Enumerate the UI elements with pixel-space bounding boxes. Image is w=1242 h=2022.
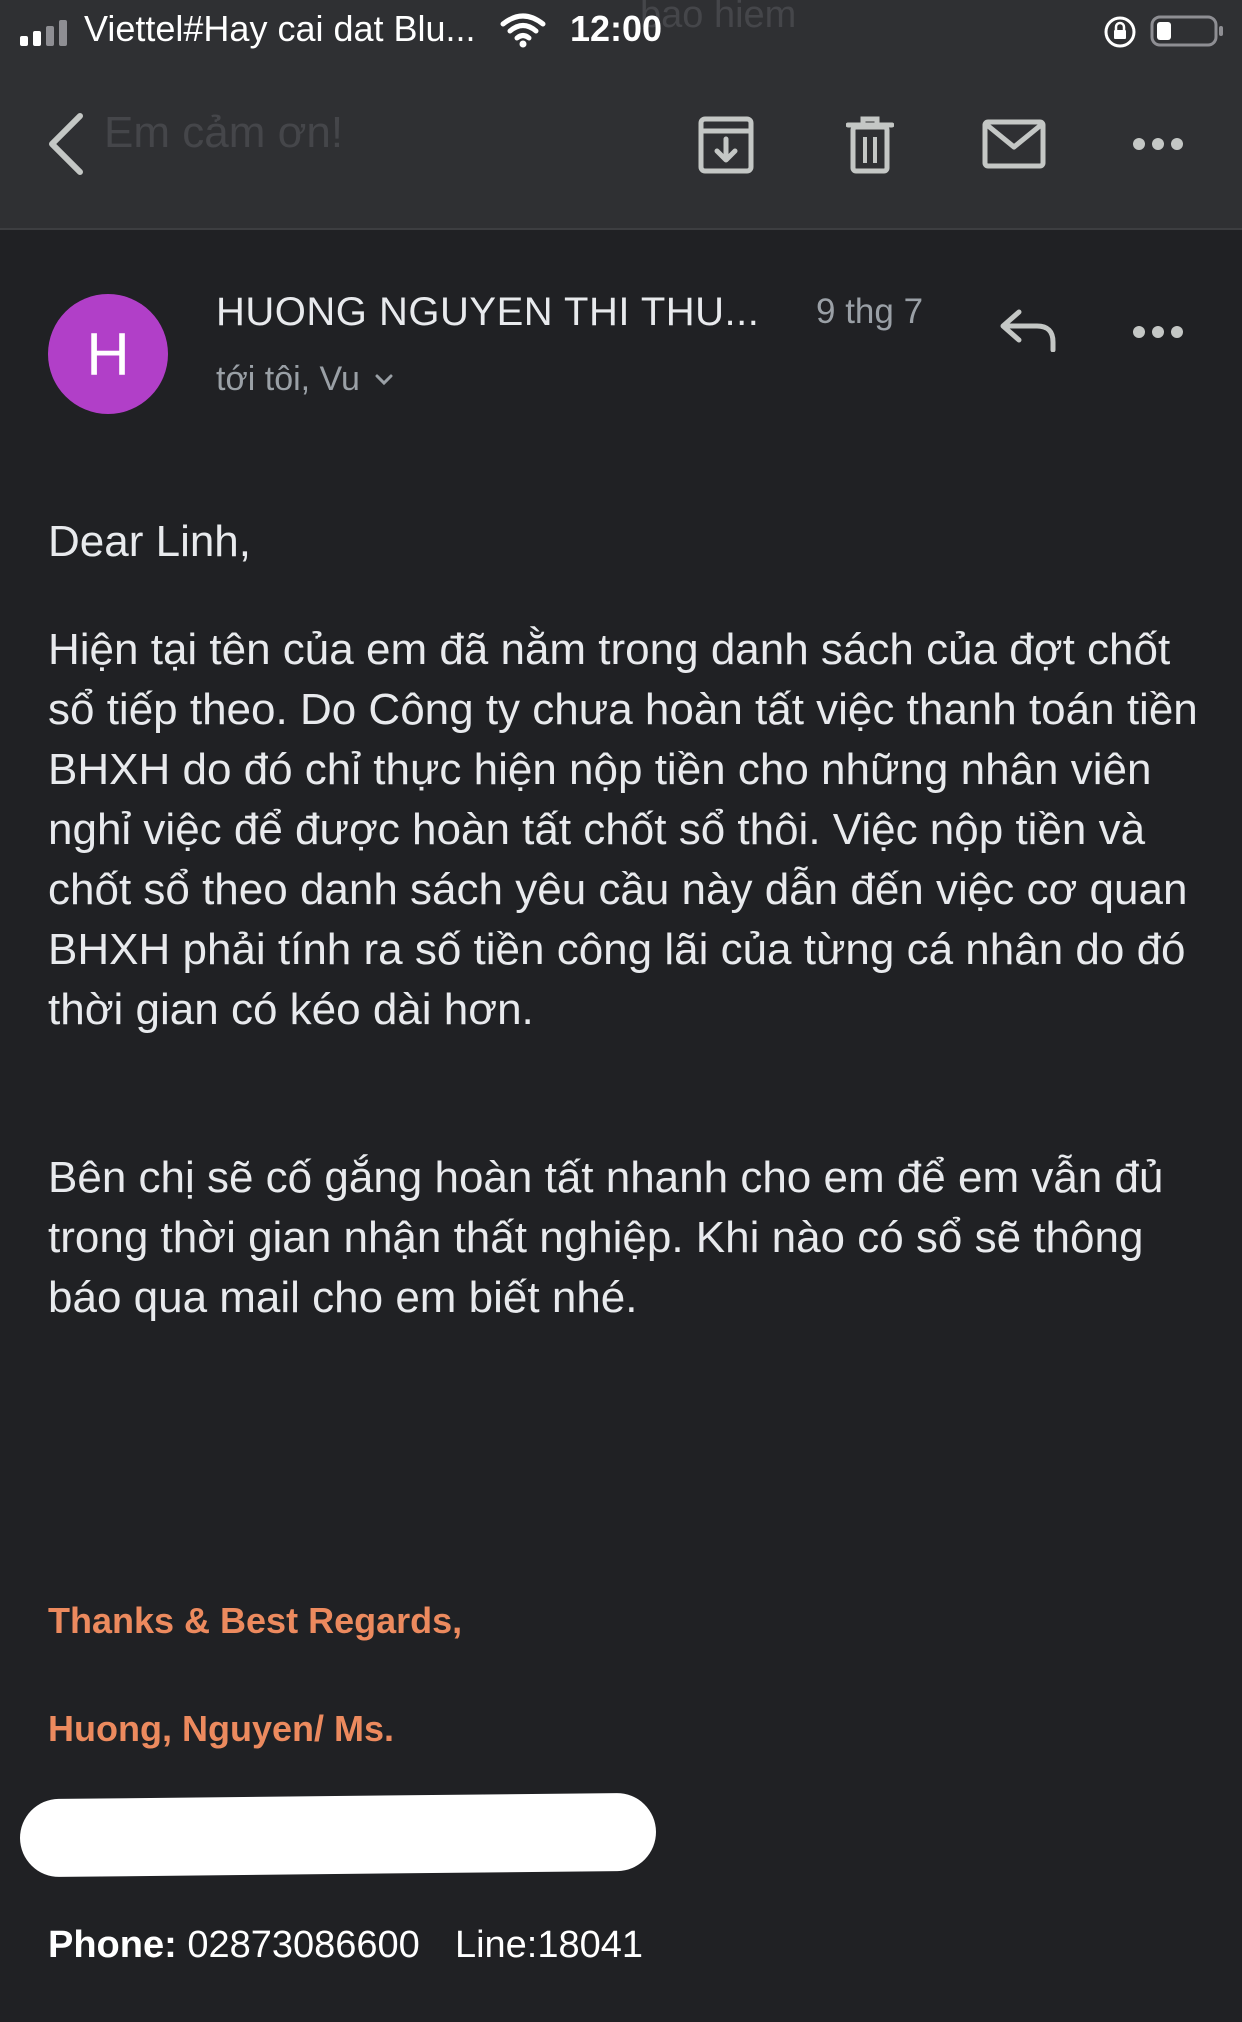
mail-icon — [982, 119, 1046, 169]
sender-avatar[interactable]: H — [48, 294, 168, 414]
mark-unread-button[interactable] — [978, 112, 1050, 176]
message-more-button[interactable] — [1126, 310, 1190, 354]
chevron-left-icon — [49, 113, 83, 175]
signature-name: Huong, Nguyen/ Ms. — [48, 1708, 394, 1749]
phone-line: Line:18041 — [454, 1924, 644, 1966]
more-horizontal-icon — [1133, 326, 1183, 338]
archive-icon — [698, 116, 754, 174]
status-time: 12:00 — [570, 8, 663, 49]
signature-regards: Thanks & Best Regards, — [48, 1600, 463, 1641]
reply-button[interactable] — [996, 302, 1060, 358]
more-horizontal-icon — [1133, 138, 1183, 150]
reply-icon — [1000, 309, 1056, 352]
rotation-lock-icon — [1104, 16, 1136, 48]
signal-icon — [20, 20, 67, 46]
greeting: Dear Linh, — [48, 517, 252, 566]
top-bar: Em cảm ơn! bao hiem Viettel#Hay cai dat … — [0, 0, 1242, 230]
battery-icon — [1150, 15, 1223, 47]
status-bar: Viettel#Hay cai dat Blu... 12:00 — [0, 0, 1242, 64]
ghost-subject-text: Em cảm ơn! — [104, 108, 344, 157]
signature-phone: Phone: 02873086600 Line:18041 — [48, 1924, 643, 1967]
redaction-mark — [19, 1792, 657, 1878]
back-button[interactable] — [36, 104, 96, 184]
sender-name[interactable]: HUONG NGUYEN THI THU... — [216, 290, 759, 335]
archive-button[interactable] — [692, 110, 760, 180]
body-paragraph-1: Hiện tại tên của em đã nằm trong danh sá… — [48, 625, 1198, 1034]
wifi-icon — [500, 13, 546, 48]
more-options-button[interactable] — [1126, 120, 1190, 168]
phone-label: Phone: — [48, 1924, 177, 1966]
avatar-letter: H — [86, 320, 130, 388]
recipients-toggle[interactable]: tới tôi, Vu — [216, 360, 394, 399]
recipients-label: tới tôi, Vu — [216, 360, 360, 398]
chevron-down-icon — [375, 374, 393, 385]
trash-icon — [846, 116, 894, 174]
carrier-name: Viettel#Hay cai dat Blu... — [84, 8, 476, 49]
body-paragraph-2: Bên chị sẽ cố gắng hoàn tất nhanh cho em… — [48, 1153, 1164, 1322]
message-date: 9 thg 7 — [816, 292, 924, 331]
delete-button[interactable] — [840, 110, 900, 180]
phone-number[interactable]: 02873086600 — [187, 1924, 419, 1966]
